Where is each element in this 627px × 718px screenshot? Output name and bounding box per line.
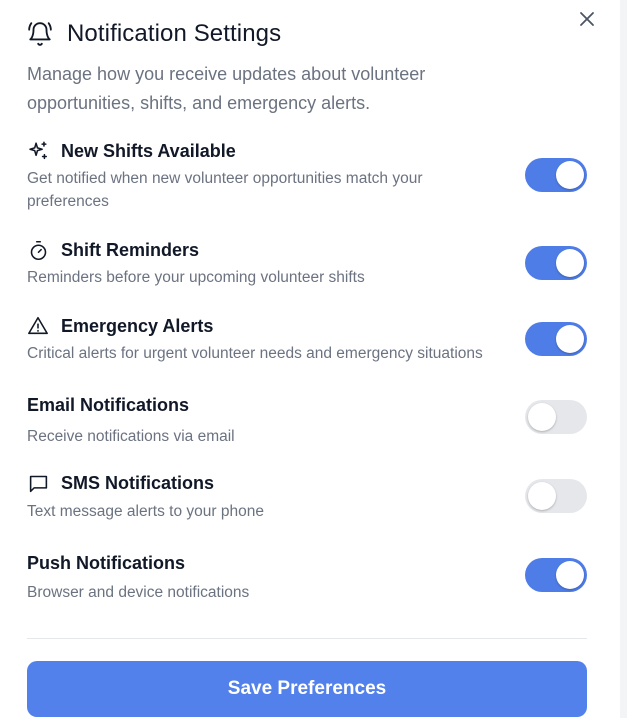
setting-emergency-alerts: Emergency Alerts Critical alerts for urg… bbox=[27, 314, 587, 365]
message-icon bbox=[27, 472, 49, 494]
setting-push-notifications: Push Notifications Browser and device no… bbox=[27, 551, 587, 604]
toggle-knob bbox=[556, 325, 584, 353]
stopwatch-icon bbox=[27, 239, 49, 261]
shift-reminders-toggle[interactable] bbox=[525, 246, 587, 280]
sms-notifications-toggle[interactable] bbox=[525, 479, 587, 513]
close-button[interactable] bbox=[574, 8, 600, 34]
toggle-knob bbox=[556, 249, 584, 277]
setting-label: Shift Reminders bbox=[61, 239, 200, 260]
scrollbar-track bbox=[620, 0, 627, 718]
setting-new-shifts: New Shifts Available Get notified when n… bbox=[27, 139, 587, 213]
setting-label: Push Notifications bbox=[27, 552, 186, 573]
setting-description: Get notified when new volunteer opportun… bbox=[27, 170, 423, 210]
setting-description: Reminders before your upcoming volunteer… bbox=[27, 269, 365, 286]
setting-label: SMS Notifications bbox=[61, 472, 215, 493]
dialog-header: Notification Settings bbox=[26, 20, 281, 48]
emergency-alerts-toggle[interactable] bbox=[525, 322, 587, 356]
close-icon bbox=[579, 11, 595, 32]
setting-email-notifications: Email Notifications Receive notification… bbox=[27, 393, 587, 448]
notification-settings-dialog: Notification Settings Manage how you rec… bbox=[0, 0, 620, 718]
sparkles-icon bbox=[27, 140, 49, 162]
toggle-knob bbox=[556, 561, 584, 589]
setting-description: Critical alerts for urgent volunteer nee… bbox=[27, 345, 483, 362]
warning-icon bbox=[27, 315, 49, 337]
setting-description: Browser and device notifications bbox=[27, 584, 250, 601]
save-preferences-button[interactable]: Save Preferences bbox=[27, 661, 587, 717]
dialog-description: Manage how you receive updates about vol… bbox=[27, 64, 426, 113]
bell-icon bbox=[26, 20, 54, 48]
toggle-knob bbox=[528, 482, 556, 510]
toggle-knob bbox=[556, 161, 584, 189]
setting-description: Receive notifications via email bbox=[27, 428, 235, 445]
email-notifications-toggle[interactable] bbox=[525, 400, 587, 434]
setting-description: Text message alerts to your phone bbox=[27, 503, 264, 520]
setting-label: New Shifts Available bbox=[61, 140, 236, 161]
setting-label: Email Notifications bbox=[27, 394, 190, 415]
setting-sms-notifications: SMS Notifications Text message alerts to… bbox=[27, 471, 587, 523]
footer-divider bbox=[27, 638, 587, 639]
page-title: Notification Settings bbox=[67, 20, 282, 47]
setting-shift-reminders: Shift Reminders Reminders before your up… bbox=[27, 238, 587, 289]
new-shifts-toggle[interactable] bbox=[525, 158, 587, 192]
push-notifications-toggle[interactable] bbox=[525, 558, 587, 592]
toggle-knob bbox=[528, 403, 556, 431]
setting-label: Emergency Alerts bbox=[61, 315, 214, 336]
